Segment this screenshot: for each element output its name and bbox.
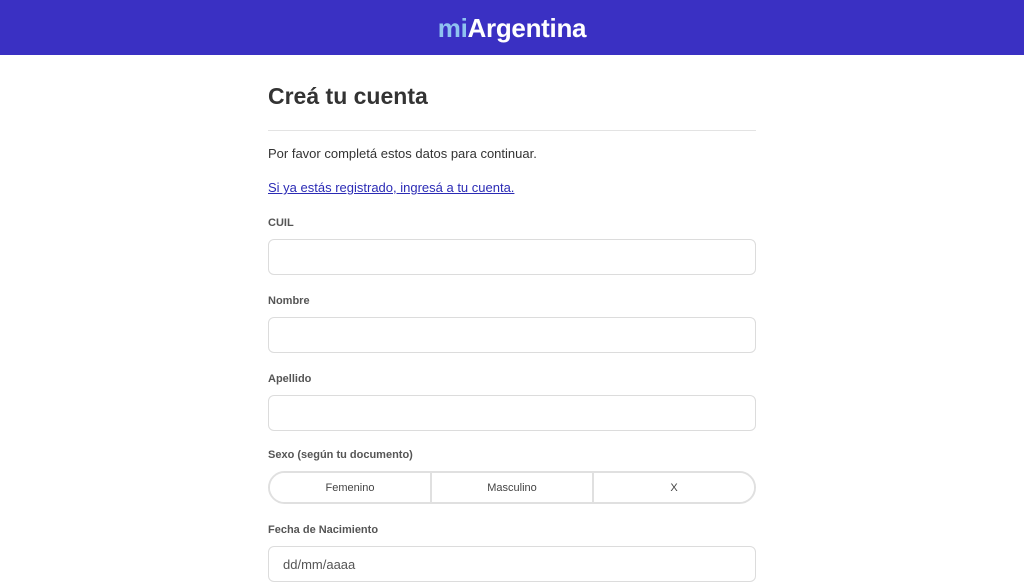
- login-link[interactable]: Si ya estás registrado, ingresá a tu cue…: [268, 180, 514, 195]
- fecha-nacimiento-input[interactable]: [268, 546, 756, 582]
- logo-prefix: mi: [437, 12, 468, 43]
- apellido-input[interactable]: [268, 395, 756, 431]
- apellido-label: Apellido: [268, 373, 312, 385]
- sexo-selector: Femenino Masculino X: [268, 471, 756, 504]
- sexo-option-x[interactable]: X: [594, 473, 754, 502]
- top-header-bar: miArgentina: [0, 0, 1024, 55]
- cuil-input[interactable]: [268, 239, 756, 275]
- nombre-label: Nombre: [268, 295, 310, 307]
- nombre-input[interactable]: [268, 317, 756, 353]
- intro-text: Por favor completá estos datos para cont…: [268, 146, 537, 161]
- fecha-label: Fecha de Nacimiento: [268, 524, 379, 536]
- cuil-label: CUIL: [268, 217, 294, 229]
- sexo-option-femenino[interactable]: Femenino: [270, 473, 432, 502]
- sexo-label: Sexo (según tu documento): [268, 449, 413, 461]
- sexo-option-masculino[interactable]: Masculino: [432, 473, 594, 502]
- mi-argentina-logo[interactable]: miArgentina: [437, 12, 587, 43]
- title-divider: [268, 130, 756, 131]
- page-title: Creá tu cuenta: [268, 83, 428, 109]
- logo-main: Argentina: [467, 12, 587, 43]
